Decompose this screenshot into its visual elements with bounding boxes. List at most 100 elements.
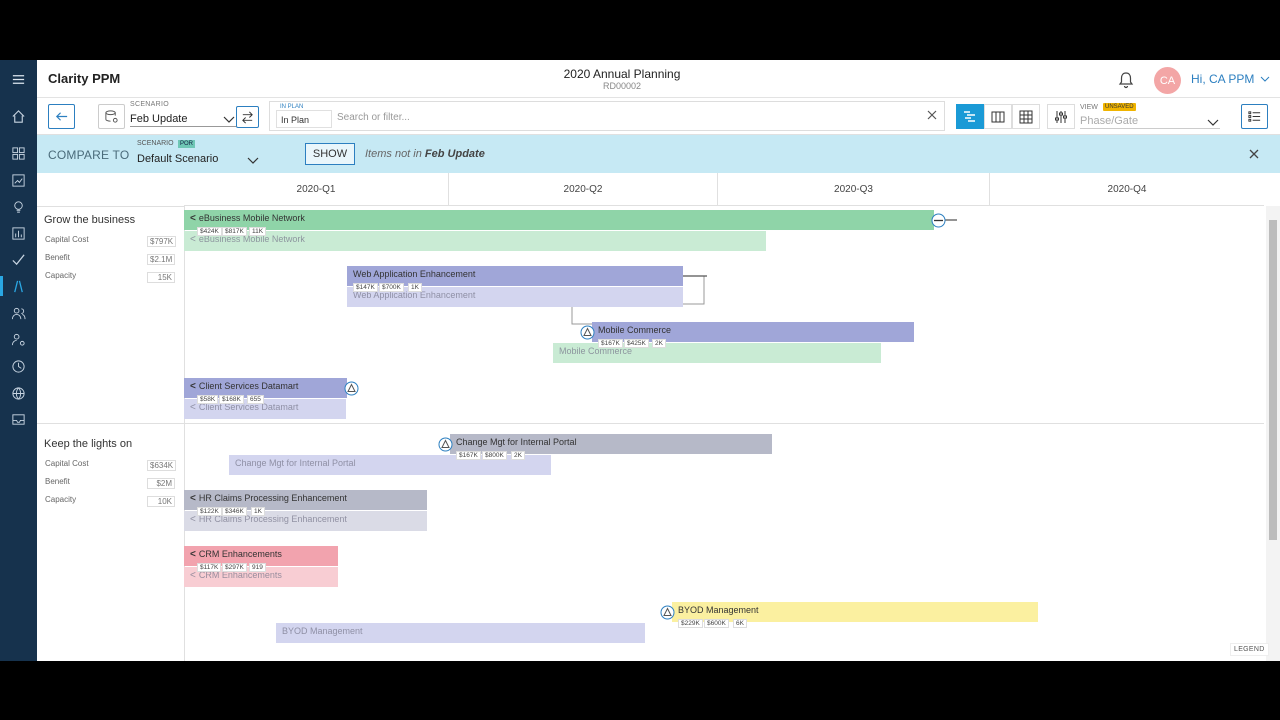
compare-note-scenario: Feb Update [424, 148, 485, 160]
capacity-chip: 6K [733, 619, 747, 628]
chevron-left-icon: < [190, 213, 196, 224]
bar-label: CRM Enhancements [198, 549, 282, 559]
chevron-down-icon [1260, 76, 1270, 82]
bar-label: eBusiness Mobile Network [198, 213, 305, 223]
chevron-down-icon[interactable] [1207, 118, 1219, 127]
chevron-left-icon: < [190, 549, 196, 560]
board-view-button[interactable] [984, 104, 1012, 129]
bar-chart-icon[interactable] [0, 221, 37, 245]
user-menu[interactable]: Hi, CA PPM [1191, 72, 1270, 86]
legend-button[interactable]: LEGEND [1230, 643, 1269, 656]
capacity-chip: 11K [249, 227, 267, 236]
chevron-down-icon[interactable] [247, 156, 259, 165]
ghost-bar-label: Change Mgt for Internal Portal [235, 458, 356, 468]
roadmap-bar[interactable]: < eBusiness Mobile Network [184, 210, 934, 230]
main-area: Clarity PPM 2020 Annual Planning RD00002… [37, 60, 1280, 661]
capacity-chip: 2K [652, 339, 666, 348]
bell-icon[interactable] [1117, 71, 1135, 89]
cost-chip: $58K [197, 395, 219, 404]
warning-icon[interactable] [660, 605, 675, 620]
chevron-left-icon: < [190, 381, 196, 392]
avatar[interactable]: CA [1154, 67, 1181, 94]
timeline-view-button[interactable] [956, 104, 984, 129]
view-select[interactable]: Phase/Gate [1080, 115, 1138, 127]
benefit-chip: $600K [704, 619, 729, 628]
dashboard-icon[interactable] [0, 141, 37, 165]
grid-icon [1019, 110, 1033, 123]
benefit-chip: $800K [482, 451, 507, 460]
capacity-chip: 1K [408, 283, 422, 292]
milestone-icon[interactable] [931, 213, 946, 228]
ghost-bar-label: BYOD Management [282, 626, 363, 636]
compare-note-prefix: Items not in [365, 148, 422, 160]
clock-icon[interactable] [0, 354, 37, 378]
benefit-chip: $346K [222, 507, 247, 516]
benefit-chip: $700K [379, 283, 404, 292]
compare-ghost-bar: < eBusiness Mobile Network [184, 231, 766, 251]
benefit-chip: $817K [222, 227, 247, 236]
warning-icon[interactable] [344, 381, 359, 396]
bar-label: Client Services Datamart [198, 381, 299, 391]
in-plan-filter[interactable]: In Plan [276, 110, 332, 128]
user-greeting: Hi, CA PPM [1191, 72, 1255, 86]
warning-icon[interactable] [580, 325, 595, 340]
scenario-label: SCENARIO [130, 101, 169, 108]
app-header: Clarity PPM 2020 Annual Planning RD00002… [37, 60, 1280, 98]
roadmap-timeline: 2020-Q1 2020-Q2 2020-Q3 2020-Q4 Grow the… [37, 173, 1280, 661]
compare-ghost-bar: BYOD Management [276, 623, 645, 643]
toolbar: SCENARIO Feb Update IN PLAN In Plan Sear… [37, 98, 1280, 135]
people-icon[interactable] [0, 301, 37, 325]
bar-label: Web Application Enhancement [353, 269, 476, 279]
list-icon [1248, 111, 1261, 122]
chart-line-icon[interactable] [0, 168, 37, 192]
compare-label: COMPARE TO [48, 148, 130, 162]
benefit-chip: $168K [219, 395, 244, 404]
sidebar [0, 60, 37, 661]
sliders-icon [1055, 110, 1067, 123]
home-icon[interactable] [0, 104, 37, 128]
gantt-icon [964, 110, 975, 122]
clear-icon[interactable] [925, 108, 939, 122]
chevron-left-icon: < [190, 493, 196, 504]
swap-scenario-button[interactable] [236, 106, 259, 128]
search-input[interactable] [337, 109, 897, 125]
list-options-button[interactable] [1241, 104, 1268, 129]
grid-view-button[interactable] [1012, 104, 1040, 129]
benefit-chip: $425K [624, 339, 649, 348]
bar-label: HR Claims Processing Enhancement [198, 493, 347, 503]
warning-icon[interactable] [438, 437, 453, 452]
back-button[interactable] [48, 104, 75, 129]
roadmap-icon[interactable] [0, 274, 37, 298]
capacity-chip: 2K [511, 451, 525, 460]
menu-icon[interactable] [0, 67, 37, 91]
cost-chip: $147K [353, 283, 378, 292]
globe-icon[interactable] [0, 381, 37, 405]
swap-icon [242, 111, 253, 123]
scenario-underline [130, 126, 236, 127]
lightbulb-icon[interactable] [0, 194, 37, 218]
scenario-select[interactable]: Feb Update [130, 113, 187, 125]
check-icon[interactable] [0, 247, 37, 271]
person-gear-icon[interactable] [0, 327, 37, 351]
por-badge: POR [178, 140, 196, 148]
scenario-db-button[interactable] [98, 104, 125, 129]
settings-button[interactable] [1047, 104, 1075, 129]
show-button[interactable]: SHOW [305, 143, 355, 165]
chevron-left-icon: < [190, 570, 196, 581]
inbox-icon[interactable] [0, 407, 37, 431]
chevron-left-icon: < [190, 402, 196, 413]
filter-bar: IN PLAN In Plan [269, 101, 945, 131]
chevron-down-icon[interactable] [223, 115, 235, 124]
app-window: Clarity PPM 2020 Annual Planning RD00002… [0, 60, 1280, 661]
compare-note: Items not in Feb Update [365, 148, 485, 160]
compare-scenario-label: SCENARIO [137, 140, 174, 147]
arrow-left-icon [55, 112, 68, 121]
page-title: 2020 Annual Planning [563, 67, 681, 81]
close-icon[interactable] [1247, 147, 1261, 161]
cost-chip: $167K [456, 451, 481, 460]
compare-scenario-select[interactable]: Default Scenario [137, 153, 218, 165]
columns-icon [991, 111, 1005, 122]
scrollbar-thumb[interactable] [1269, 220, 1277, 540]
cost-chip: $122K [197, 507, 222, 516]
app-name: Clarity PPM [48, 71, 121, 86]
